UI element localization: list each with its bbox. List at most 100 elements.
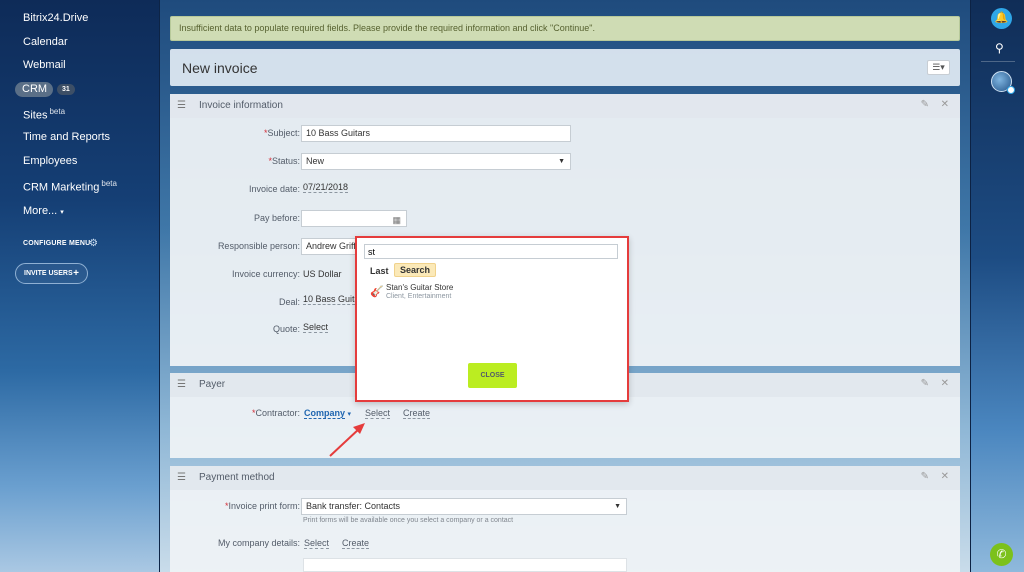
status-value: New <box>306 156 325 166</box>
quote-label: Quote: <box>272 324 300 334</box>
dropdown-arrow-icon: ▼ <box>558 158 565 165</box>
result-item-name[interactable]: Stan's Guitar Store <box>386 283 453 292</box>
contractor-create-link[interactable]: Create <box>403 408 431 419</box>
sidebar-item-label: Webmail <box>23 59 66 71</box>
close-icon[interactable]: ✕ <box>941 378 949 389</box>
menu-icon: ☰▾ <box>932 62 945 72</box>
company-details-create-link[interactable]: Create <box>342 538 370 549</box>
alert-banner: Insufficient data to populate required f… <box>170 16 960 41</box>
calendar-icon[interactable]: ▦ <box>392 213 401 226</box>
sidebar-item-drive[interactable]: Bitrix24.Drive <box>23 12 88 24</box>
pencil-icon[interactable]: ✎ <box>921 471 929 482</box>
create-link[interactable]: Create <box>403 408 431 419</box>
quote-select-link[interactable]: Select <box>303 322 329 333</box>
responsible-input[interactable]: Andrew Griffi <box>301 238 361 255</box>
search-icon[interactable]: ⚲ <box>995 41 1004 55</box>
right-rail: 🔔 ⚲ ✆ <box>970 0 1024 572</box>
contractor-type-dropdown[interactable]: Company ▾ <box>304 408 352 419</box>
tab-search[interactable]: Search <box>394 263 437 277</box>
dropdown-arrow-icon: ▼ <box>614 503 621 510</box>
invite-users-button[interactable]: INVITE USERS + <box>15 263 88 284</box>
contractor-search-popup: Last Search 🎸 Stan's Guitar Store Client… <box>355 236 629 402</box>
sidebar-item-label: Bitrix24.Drive <box>23 12 89 24</box>
section-title: Invoice information <box>199 100 283 111</box>
tab-last[interactable]: Last <box>370 266 389 276</box>
phone-icon[interactable]: ✆ <box>990 543 1013 566</box>
company-link[interactable]: Company <box>304 408 346 419</box>
close-icon[interactable]: ✕ <box>941 471 949 482</box>
chevron-down-icon: ▾ <box>347 411 352 418</box>
crm-count-badge: 31 <box>57 84 75 95</box>
sidebar-item-more[interactable]: More... ▾ <box>23 205 64 217</box>
close-icon[interactable]: ✕ <box>941 99 949 110</box>
alert-text: Insufficient data to populate required f… <box>179 23 595 33</box>
invoice-date-value[interactable]: 07/21/2018 <box>303 182 349 193</box>
sidebar-item-time-reports[interactable]: Time and Reports <box>23 131 110 143</box>
select-link[interactable]: Select <box>304 538 330 549</box>
print-form-label: *Invoice print form: <box>224 501 300 511</box>
drag-handle-icon[interactable]: ☰ <box>177 379 186 390</box>
currency-label: Invoice currency: <box>231 269 300 279</box>
section-title: Payment method <box>199 472 275 483</box>
drag-handle-icon[interactable]: ☰ <box>177 472 186 483</box>
menu-button[interactable]: ☰▾ <box>927 60 950 75</box>
sidebar-item-sites[interactable]: Sites beta <box>23 107 65 122</box>
drag-handle-icon[interactable]: ☰ <box>177 100 186 111</box>
pencil-icon[interactable]: ✎ <box>921 99 929 110</box>
status-select[interactable]: New ▼ <box>301 153 571 170</box>
responsible-label: Responsible person: <box>217 241 300 251</box>
sidebar-item-label: CRM Marketing <box>23 181 100 194</box>
print-form-value: Bank transfer: Contacts <box>306 501 401 511</box>
left-sidebar: Bitrix24.Drive Calendar Webmail CRM 31 S… <box>0 0 160 572</box>
popup-search-input[interactable] <box>364 244 618 259</box>
create-link[interactable]: Create <box>342 538 370 549</box>
print-form-hint: Print forms will be available once you s… <box>303 517 514 524</box>
sidebar-item-crm[interactable]: CRM <box>15 82 53 97</box>
contractor-label: *Contractor: <box>251 408 300 418</box>
company-details-select-link[interactable]: Select <box>304 538 330 549</box>
subject-input[interactable]: 10 Bass Guitars <box>301 125 571 142</box>
responsible-value: Andrew Griffi <box>306 241 358 251</box>
configure-menu-link[interactable]: CONFIGURE MENU <box>23 240 90 247</box>
close-button[interactable]: CLOSE <box>468 363 517 388</box>
sidebar-item-calendar[interactable]: Calendar <box>23 36 68 48</box>
company-details-label: My company details: <box>217 538 300 548</box>
sidebar-item-employees[interactable]: Employees <box>23 155 77 167</box>
invite-users-label: INVITE USERS <box>24 270 73 277</box>
page-title: New invoice <box>182 60 258 76</box>
sidebar-item-label: Calendar <box>23 36 68 48</box>
invoice-date-label: Invoice date: <box>248 184 300 194</box>
currency-value: US Dollar <box>303 269 342 279</box>
deal-value[interactable]: 10 Bass Guita <box>303 294 360 305</box>
result-item-subtitle: Client, Entertainment <box>386 293 452 300</box>
sidebar-item-label: Time and Reports <box>23 131 111 143</box>
plus-icon: + <box>73 268 79 279</box>
contractor-select-link[interactable]: Select <box>365 408 391 419</box>
deal-label: Deal: <box>278 297 300 307</box>
payment-method-section: ☰ Payment method ✎ ✕ *Invoice print form… <box>170 466 960 572</box>
guitar-icon: 🎸 <box>370 286 384 298</box>
rail-divider <box>981 61 1015 62</box>
bell-icon[interactable]: 🔔 <box>991 8 1012 29</box>
beta-badge: beta <box>101 179 117 188</box>
print-form-select[interactable]: Bank transfer: Contacts ▼ <box>301 498 627 515</box>
status-badge <box>1007 86 1015 94</box>
company-details-box <box>303 558 627 572</box>
section-title: Payer <box>199 379 226 390</box>
sidebar-item-label: Employees <box>23 155 78 167</box>
chevron-down-icon: ▾ <box>60 209 64 216</box>
pencil-icon[interactable]: ✎ <box>921 378 929 389</box>
pay-before-label: Pay before: <box>253 213 300 223</box>
pay-before-input[interactable]: ▦ <box>301 210 407 227</box>
sidebar-item-label: Sites <box>23 109 48 122</box>
section-header: ☰ Payment method ✎ ✕ <box>170 466 960 490</box>
sidebar-item-webmail[interactable]: Webmail <box>23 59 66 71</box>
sidebar-item-label: CRM <box>22 83 48 95</box>
gear-icon[interactable]: ⚙ <box>89 238 98 249</box>
sidebar-item-label: More... <box>23 205 58 217</box>
section-header: ☰ Invoice information ✎ ✕ <box>170 94 960 118</box>
select-link[interactable]: Select <box>365 408 391 419</box>
sidebar-item-crm-marketing[interactable]: CRM Marketing beta <box>23 179 117 194</box>
status-label: *Status: <box>268 156 300 166</box>
beta-badge: beta <box>49 107 66 116</box>
